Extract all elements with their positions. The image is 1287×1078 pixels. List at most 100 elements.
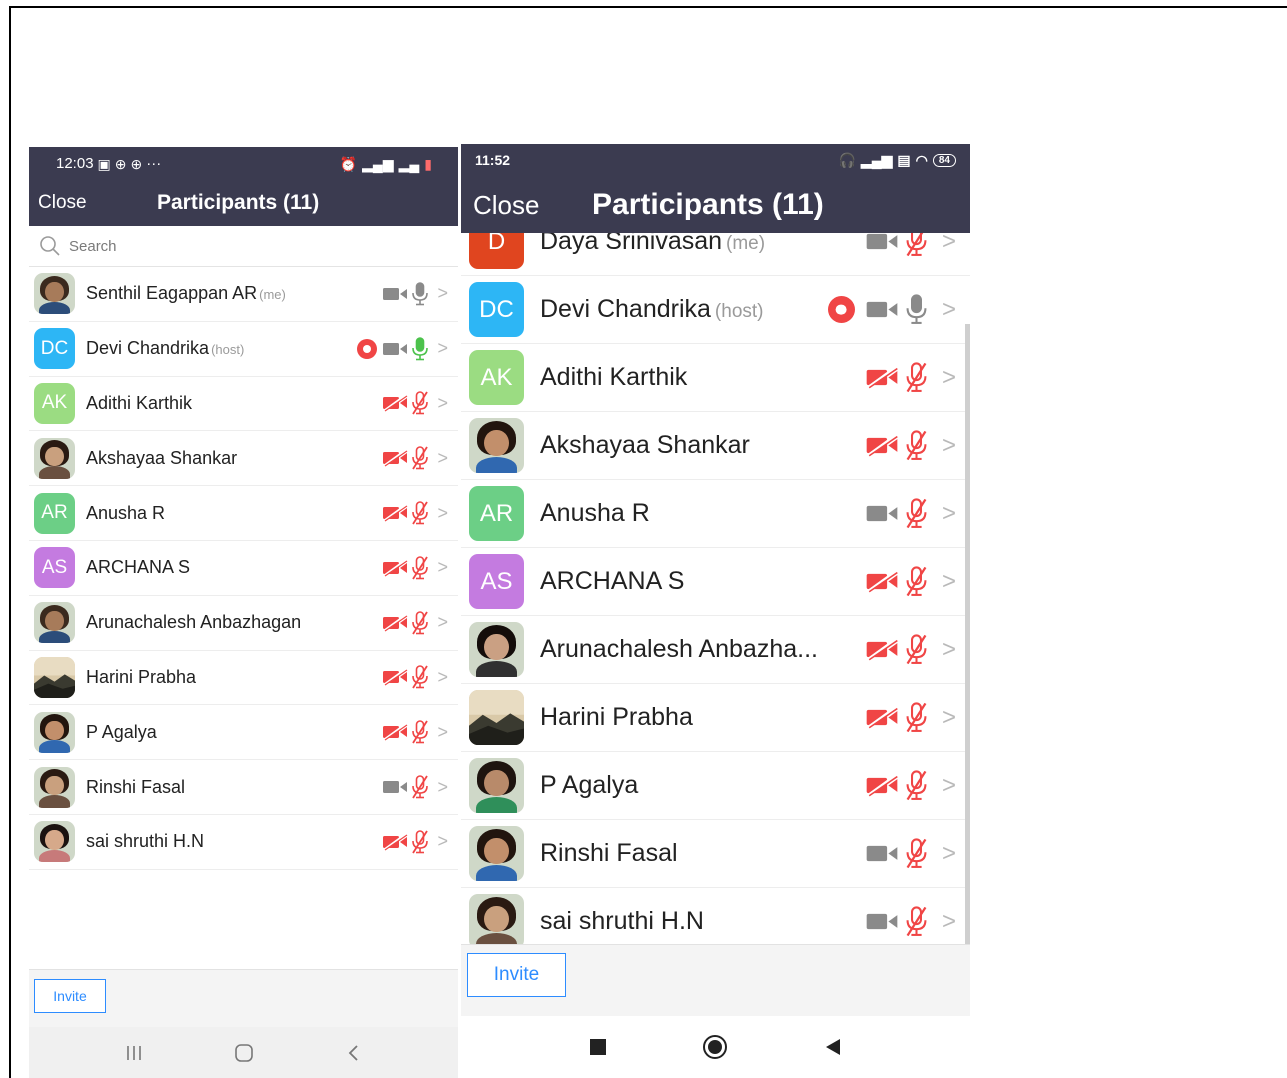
avatar: [469, 894, 524, 949]
participant-row[interactable]: AR Anusha R >: [29, 486, 458, 541]
video-off-icon: [383, 613, 408, 632]
signal-icon: ▂▄▆: [362, 155, 394, 172]
chevron-right-icon: >: [437, 502, 448, 523]
avatar: [34, 656, 75, 698]
more-notifications: ···: [146, 155, 162, 172]
mic-off-icon: [906, 634, 927, 665]
participant-row[interactable]: Rinshi Fasal >: [461, 820, 970, 888]
invite-button[interactable]: Invite: [34, 979, 106, 1013]
participant-row[interactable]: Harini Prabha >: [461, 684, 970, 752]
volte-icon: ▤: [897, 152, 911, 168]
participant-row[interactable]: Rinshi Fasal >: [29, 760, 458, 815]
participant-name-text: P Agalya: [86, 721, 157, 742]
participant-row[interactable]: DC Devi Chandrika (host) >: [461, 276, 970, 344]
scrollbar[interactable]: [965, 324, 970, 944]
video-off-icon: [866, 638, 898, 661]
participant-row[interactable]: Akshayaa Shankar >: [29, 431, 458, 487]
record-icon: [357, 338, 378, 359]
participant-row[interactable]: AS ARCHANA S >: [29, 541, 458, 596]
mic-icon: [412, 282, 429, 306]
participant-row[interactable]: Akshayaa Shankar >: [461, 412, 970, 480]
participant-role: (me): [726, 233, 766, 254]
chevron-right-icon: >: [437, 338, 448, 359]
participant-name-text: P Agalya: [540, 771, 639, 799]
video-off-icon: [866, 706, 898, 729]
participant-controls: >: [382, 775, 448, 799]
participant-controls: >: [865, 430, 956, 461]
mic-off-icon: [412, 665, 429, 689]
avatar: AK: [34, 382, 75, 424]
participant-name: Rinshi Fasal: [86, 777, 382, 798]
participant-controls: >: [865, 770, 956, 801]
back-button[interactable]: [823, 1037, 843, 1057]
avatar-initials: AK: [480, 363, 513, 391]
participant-name: Harini Prabha: [540, 703, 865, 732]
video-icon: [866, 845, 898, 862]
avatar: AR: [469, 486, 524, 541]
participant-row[interactable]: Arunachalesh Anbazhagan >: [29, 596, 458, 651]
home-button[interactable]: [702, 1034, 728, 1060]
participants-list: D Daya Srinivasan (me) > DC Devi Chandrika(…: [461, 208, 970, 956]
participant-controls: >: [382, 665, 448, 689]
participant-controls: >: [382, 610, 448, 635]
participant-row[interactable]: Senthil Eagappan AR (me) >: [29, 267, 458, 322]
participant-row[interactable]: Harini Prabha >: [29, 651, 458, 706]
participant-controls: >: [865, 838, 956, 869]
video-icon: [866, 913, 898, 930]
participant-row[interactable]: P Agalya >: [461, 752, 970, 820]
avatar: DC: [34, 328, 75, 370]
close-button[interactable]: Close: [473, 190, 539, 221]
home-button[interactable]: [234, 1043, 254, 1063]
search-input[interactable]: [67, 236, 371, 256]
mic-off-icon: [412, 610, 429, 635]
video-off-icon: [383, 394, 408, 413]
avatar: AS: [469, 554, 524, 609]
avatar-image: [469, 894, 524, 949]
participant-name-text: Senthil Eagappan AR: [86, 283, 258, 304]
participant-row[interactable]: sai shruthi H.N >: [29, 815, 458, 870]
participant-row[interactable]: AK Adithi Karthik >: [29, 377, 458, 432]
participant-name-text: ARCHANA S: [540, 567, 685, 595]
participant-name-text: Arunachalesh Anbazhagan: [86, 612, 302, 633]
avatar-initials: DC: [479, 295, 514, 323]
participant-row[interactable]: Arunachalesh Anbazha... >: [461, 616, 970, 684]
back-button[interactable]: [345, 1044, 363, 1062]
participant-controls: >: [865, 498, 956, 529]
participant-row[interactable]: AR Anusha R >: [461, 480, 970, 548]
wifi-icon: ◠: [915, 152, 928, 168]
participant-name-text: Rinshi Fasal: [86, 776, 186, 797]
participant-name-text: sai shruthi H.N: [540, 907, 704, 935]
home-icon: [702, 1035, 727, 1059]
participant-row[interactable]: DC Devi Chandrika (host) >: [29, 322, 458, 377]
status-bar: 12:03 ▣ ⊕ ⊕ ··· ⏰ ▂▄▆ ▂▄ ▮: [29, 147, 458, 180]
video-off-icon: [866, 570, 898, 593]
participant-row[interactable]: AK Adithi Karthik >: [461, 344, 970, 412]
participant-name-text: Akshayaa Shankar: [540, 431, 750, 459]
app-header: Close Participants (11): [29, 180, 458, 226]
participant-row[interactable]: P Agalya >: [29, 705, 458, 761]
clock: 12:03: [56, 155, 94, 172]
status-bar: 11:52 🎧 ▂▄▆ ▤ ◠ 84: [461, 144, 970, 176]
video-icon: [383, 781, 408, 794]
close-button[interactable]: Close: [38, 192, 87, 214]
chevron-right-icon: >: [941, 363, 956, 391]
recents-button[interactable]: [589, 1038, 607, 1056]
chevron-right-icon: >: [437, 447, 448, 468]
mic-off-icon: [412, 446, 429, 470]
android-nav-bar: [29, 1027, 458, 1078]
video-off-icon: [866, 366, 898, 389]
mic-icon: [906, 294, 927, 324]
participant-row[interactable]: AS ARCHANA S >: [461, 548, 970, 616]
invite-button[interactable]: Invite: [467, 953, 566, 997]
chevron-right-icon: >: [941, 907, 956, 935]
search-bar[interactable]: [29, 226, 458, 267]
video-off-icon: [866, 774, 898, 797]
participant-name: Rinshi Fasal: [540, 839, 865, 868]
mic-off-icon: [906, 702, 927, 733]
avatar-initials: DC: [40, 337, 69, 359]
recents-button[interactable]: [125, 1044, 143, 1062]
avatar: AR: [34, 492, 75, 534]
avatar-image: [34, 821, 75, 863]
participant-name-text: Adithi Karthik: [540, 363, 688, 391]
avatar: [34, 766, 75, 808]
